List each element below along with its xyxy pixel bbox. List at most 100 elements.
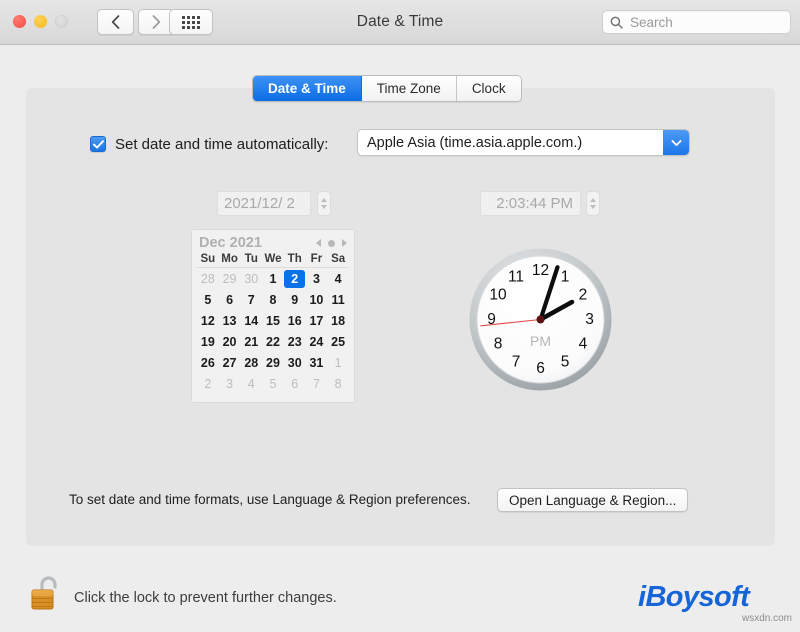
calendar-day[interactable]: 26 bbox=[197, 352, 219, 373]
chevron-down-icon[interactable] bbox=[663, 130, 689, 155]
calendar-day[interactable]: 28 bbox=[240, 352, 262, 373]
calendar-day-label: 11 bbox=[331, 292, 345, 307]
time-server-dropdown[interactable]: Apple Asia (time.asia.apple.com.) bbox=[357, 129, 690, 156]
calendar-day[interactable]: 8 bbox=[327, 373, 349, 394]
calendar-day-label: 15 bbox=[266, 313, 280, 328]
calendar-day-label: 4 bbox=[334, 271, 342, 286]
calendar-day[interactable]: 22 bbox=[262, 331, 284, 352]
auto-datetime-row: Set date and time automatically: bbox=[90, 130, 328, 158]
calendar-day[interactable]: 4 bbox=[327, 268, 349, 289]
calendar-day[interactable]: 6 bbox=[219, 289, 241, 310]
calendar-day-label: 10 bbox=[309, 292, 324, 307]
calendar-day-label: 2 bbox=[204, 376, 212, 391]
unlocked-padlock-icon[interactable] bbox=[30, 573, 64, 613]
clock-numeral: 4 bbox=[579, 336, 588, 353]
open-language-region-button[interactable]: Open Language & Region... bbox=[497, 488, 689, 512]
day-header: Mo bbox=[221, 253, 238, 265]
calendar-day[interactable]: 1 bbox=[327, 352, 349, 373]
set-automatically-checkbox[interactable] bbox=[90, 136, 106, 152]
calendar-header: Dec 2021 bbox=[197, 233, 349, 253]
calendar-day[interactable]: 29 bbox=[262, 352, 284, 373]
calendar-day[interactable]: 9 bbox=[284, 289, 306, 310]
calendar-day[interactable]: 8 bbox=[262, 289, 284, 310]
calendar-day[interactable]: 30 bbox=[240, 268, 262, 289]
calendar-day[interactable]: 13 bbox=[219, 310, 241, 331]
calendar-day[interactable]: 20 bbox=[219, 331, 241, 352]
time-stepper[interactable] bbox=[586, 191, 600, 216]
clock-numeral: 5 bbox=[561, 353, 570, 370]
calendar-day[interactable]: 27 bbox=[219, 352, 241, 373]
time-input[interactable]: 2:03:44 PM bbox=[480, 191, 581, 216]
clock-numeral: 3 bbox=[585, 311, 594, 328]
calendar-day[interactable]: 10 bbox=[306, 289, 328, 310]
tab-time-zone[interactable]: Time Zone bbox=[361, 76, 457, 101]
calendar-day[interactable]: 3 bbox=[219, 373, 241, 394]
calendar-day[interactable]: 15 bbox=[262, 310, 284, 331]
calendar-day[interactable]: 28 bbox=[197, 268, 219, 289]
calendar-day-label: 29 bbox=[266, 355, 280, 370]
calendar-day[interactable]: 12 bbox=[197, 310, 219, 331]
calendar-day-label: 7 bbox=[312, 376, 320, 391]
calendar-day[interactable]: 2 bbox=[197, 373, 219, 394]
calendar-day-label: 28 bbox=[244, 355, 259, 370]
calendar-day-label: 5 bbox=[269, 376, 277, 391]
calendar-day[interactable]: 4 bbox=[240, 373, 262, 394]
calendar-day-label: 8 bbox=[269, 292, 277, 307]
tab-date-and-time[interactable]: Date & Time bbox=[253, 76, 362, 101]
calendar-day[interactable]: 17 bbox=[306, 310, 328, 331]
tab-clock[interactable]: Clock bbox=[456, 76, 521, 101]
calendar-day[interactable]: 23 bbox=[284, 331, 306, 352]
analog-clock: 12 1 2 3 4 5 6 7 8 9 10 11 PM bbox=[468, 247, 613, 392]
day-header: Su bbox=[200, 253, 216, 265]
search-field[interactable]: Search bbox=[602, 10, 791, 34]
date-input[interactable]: 2021/12/ 2 bbox=[217, 191, 311, 216]
format-hint-text: To set date and time formats, use Langua… bbox=[69, 492, 471, 507]
clock-numeral: 10 bbox=[489, 287, 507, 304]
calendar-nav bbox=[316, 239, 347, 247]
triangle-right-icon[interactable] bbox=[342, 239, 347, 247]
watermark-brand: iBoysoft bbox=[638, 581, 750, 613]
calendar-day[interactable]: 21 bbox=[240, 331, 262, 352]
calendar-day-label: 6 bbox=[291, 376, 299, 391]
calendar-day[interactable]: 7 bbox=[306, 373, 328, 394]
day-header: Tu bbox=[244, 253, 258, 265]
calendar-month-label: Dec 2021 bbox=[199, 235, 262, 251]
calendar-day[interactable]: 25 bbox=[327, 331, 349, 352]
calendar-day-label: 29 bbox=[222, 271, 237, 286]
calendar-day-label: 1 bbox=[334, 355, 342, 370]
calendar-day[interactable]: 5 bbox=[197, 289, 219, 310]
calendar-day[interactable]: 16 bbox=[284, 310, 306, 331]
calendar-day-label: 28 bbox=[200, 271, 215, 286]
calendar-day[interactable]: 11 bbox=[327, 289, 349, 310]
calendar-day-label: 17 bbox=[309, 313, 324, 328]
calendar-day[interactable]: 24 bbox=[306, 331, 328, 352]
calendar-day-headers: Su Mo Tu We Th Fr Sa bbox=[197, 253, 349, 268]
calendar-day[interactable]: 5 bbox=[262, 373, 284, 394]
calendar-day[interactable]: 14 bbox=[240, 310, 262, 331]
calendar-day[interactable]: 7 bbox=[240, 289, 262, 310]
calendar-day-label: 2 bbox=[284, 269, 306, 288]
calendar-day[interactable]: 1 bbox=[262, 268, 284, 289]
calendar-day-label: 5 bbox=[204, 292, 212, 307]
stepper-up-icon bbox=[321, 198, 327, 202]
date-picker-calendar[interactable]: Dec 2021 Su Mo Tu We Th Fr Sa 28 29 30 1 2 3 4… bbox=[191, 229, 355, 403]
day-header: Fr bbox=[310, 253, 323, 265]
calendar-day[interactable]: 6 bbox=[284, 373, 306, 394]
stepper-up-icon bbox=[590, 198, 596, 202]
stepper-down-icon bbox=[590, 205, 596, 209]
calendar-day[interactable]: 18 bbox=[327, 310, 349, 331]
clock-numeral: 7 bbox=[512, 353, 521, 370]
calendar-day[interactable]: 31 bbox=[306, 352, 328, 373]
triangle-left-icon[interactable] bbox=[316, 239, 321, 247]
day-header: Sa bbox=[331, 253, 346, 265]
calendar-day[interactable]: 3 bbox=[306, 268, 328, 289]
calendar-day-label: 8 bbox=[334, 376, 342, 391]
dot-icon[interactable] bbox=[328, 239, 335, 247]
lock-hint-text: Click the lock to prevent further change… bbox=[74, 590, 337, 606]
calendar-day-selected[interactable]: 2 bbox=[284, 268, 306, 289]
date-stepper[interactable] bbox=[317, 191, 331, 216]
calendar-day[interactable]: 30 bbox=[284, 352, 306, 373]
calendar-day[interactable]: 29 bbox=[219, 268, 241, 289]
calendar-day[interactable]: 19 bbox=[197, 331, 219, 352]
calendar-day-label: 3 bbox=[312, 271, 320, 286]
